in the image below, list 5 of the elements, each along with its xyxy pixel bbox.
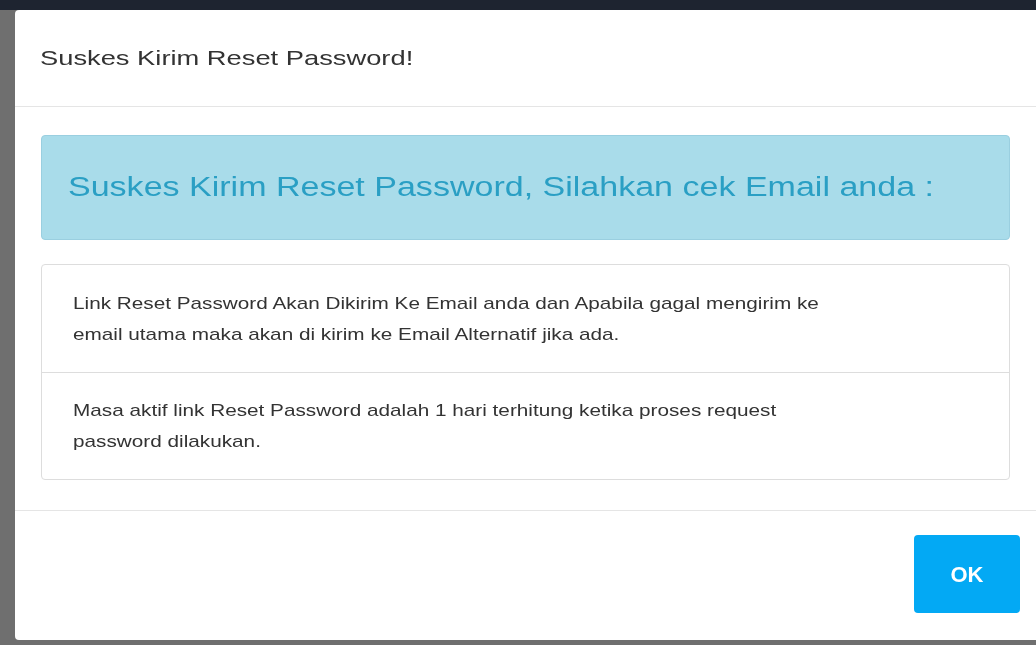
ok-button[interactable]: OK — [914, 535, 1020, 613]
note-text: Masa aktif link Reset Password adalah 1 hari terhitung ketika proses request password dilakukan. — [73, 400, 777, 453]
alert-text: Suskes Kirim Reset Password, Silahkan cek Email anda : — [68, 171, 934, 205]
dialog-title: Suskes Kirim Reset Password! — [40, 45, 414, 72]
note-text: Link Reset Password Akan Dikirim Ke Email anda dan Apabila gagal mengirim ke email utama maka akan di kirim ke Email Alternatif jika ada. — [73, 292, 819, 346]
